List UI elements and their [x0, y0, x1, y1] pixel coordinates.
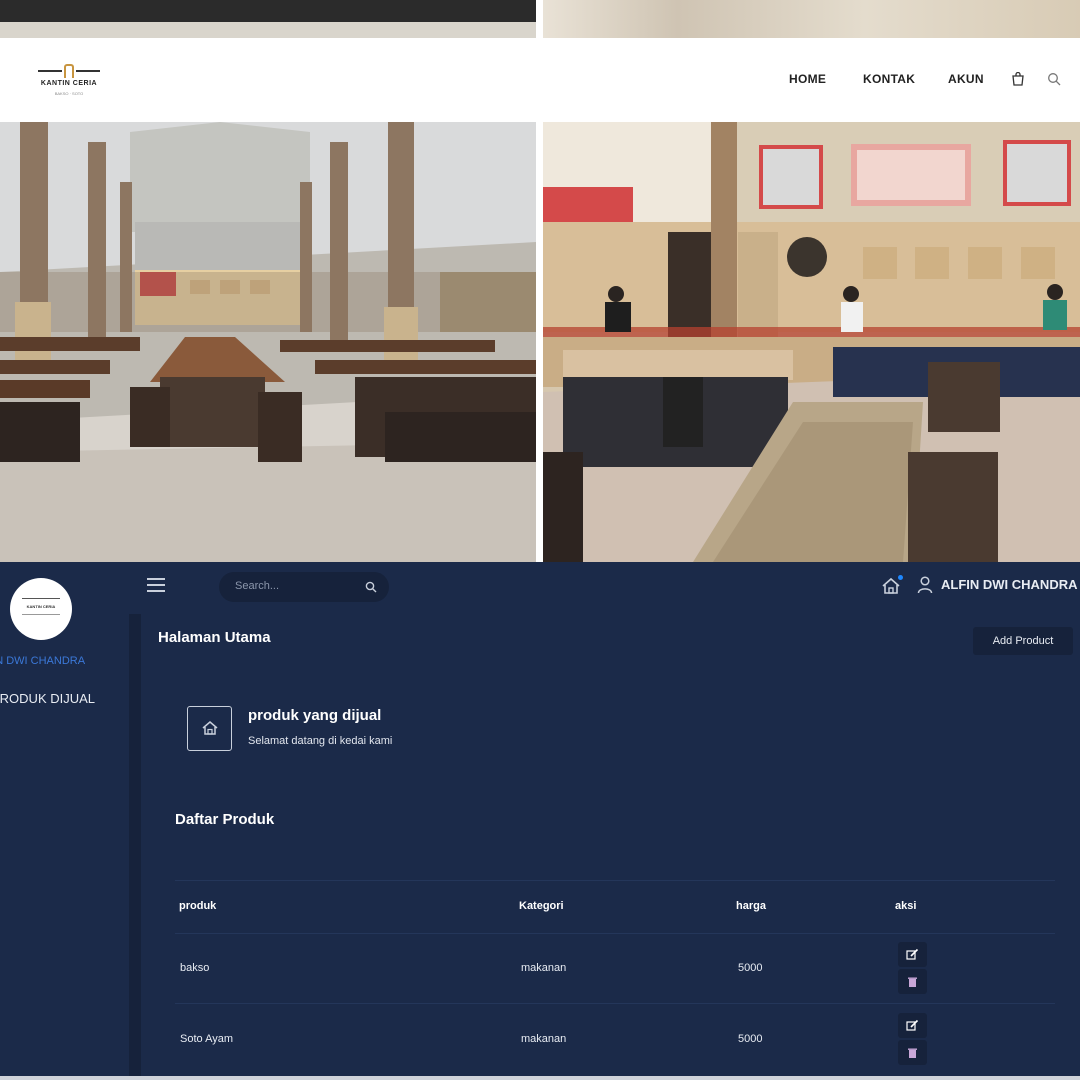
logo-line-right [76, 70, 100, 72]
bottom-border [0, 1076, 1080, 1080]
edit-icon [906, 1019, 919, 1031]
nav-akun[interactable]: AKUN [948, 72, 984, 86]
menu-icon[interactable] [147, 578, 165, 592]
home-icon[interactable] [881, 575, 903, 596]
search-bar [219, 572, 389, 602]
header-user-name[interactable]: ALFIN DWI CHANDRA [941, 577, 1077, 592]
cell-kategori: makanan [521, 1033, 567, 1045]
cell-produk: Soto Ayam [180, 1033, 233, 1045]
trash-icon [908, 1048, 917, 1058]
cell-kategori: makanan [521, 962, 567, 974]
table-divider [175, 933, 1055, 934]
column-header-harga: harga [736, 900, 766, 912]
card-subtitle: Selamat datang di kedai kami [248, 735, 393, 747]
card-home-icon [187, 706, 232, 751]
cell-produk: bakso [180, 962, 210, 974]
admin-dashboard: KANTIN CERIA ALFIN DWI CHANDRA PRODUK DI… [0, 562, 1080, 1080]
logo-line-left [38, 70, 62, 72]
edit-button[interactable] [898, 1013, 927, 1038]
avatar-logo-text: KANTIN CERIA [26, 604, 56, 609]
column-header-aksi: aksi [895, 900, 917, 912]
cell-harga: 5000 [738, 1033, 763, 1045]
table-divider [175, 880, 1055, 881]
nav-home[interactable]: HOME [789, 72, 826, 86]
site-logo[interactable]: KANTIN CERIA BAKSO · SOTO [36, 60, 102, 100]
user-icon[interactable] [917, 576, 933, 594]
page-title: Halaman Utama [158, 629, 271, 646]
edit-icon [906, 948, 919, 960]
table-divider [175, 1003, 1055, 1004]
avatar[interactable]: KANTIN CERIA [10, 578, 72, 640]
cart-icon[interactable] [1011, 72, 1025, 86]
logo-mark [64, 64, 74, 78]
add-product-button[interactable]: Add Product [973, 627, 1073, 655]
delete-button[interactable] [898, 1040, 927, 1065]
card-title: produk yang dijual [248, 707, 382, 724]
sidebar-edge [129, 614, 141, 1080]
strip-photo-left [0, 0, 536, 38]
logo-text: KANTIN CERIA [40, 80, 98, 87]
search-icon[interactable] [365, 581, 377, 593]
sidebar-item-produk-dijual[interactable]: PRODUK DIJUAL [0, 691, 95, 706]
avatar-line [22, 598, 60, 599]
column-header-produk: produk [179, 900, 217, 912]
stall-counter-photo [543, 122, 1080, 562]
sidebar: KANTIN CERIA ALFIN DWI CHANDRA PRODUK DI… [0, 562, 129, 1080]
photo-divider [536, 0, 543, 562]
notification-dot [898, 575, 903, 580]
column-header-kategori: Kategori [519, 900, 564, 912]
strip-photo-right [543, 0, 1080, 38]
cell-harga: 5000 [738, 962, 763, 974]
nav-kontak[interactable]: KONTAK [863, 72, 915, 86]
avatar-line [22, 614, 60, 615]
trash-icon [908, 977, 917, 987]
product-list-title: Daftar Produk [175, 811, 275, 828]
logo-tagline: BAKSO · SOTO [54, 91, 84, 96]
edit-button[interactable] [898, 942, 927, 967]
canteen-hall-photo [0, 122, 536, 562]
sidebar-user-name: ALFIN DWI CHANDRA [0, 655, 86, 667]
search-input[interactable] [235, 580, 355, 592]
delete-button[interactable] [898, 969, 927, 994]
search-icon[interactable] [1047, 72, 1061, 86]
